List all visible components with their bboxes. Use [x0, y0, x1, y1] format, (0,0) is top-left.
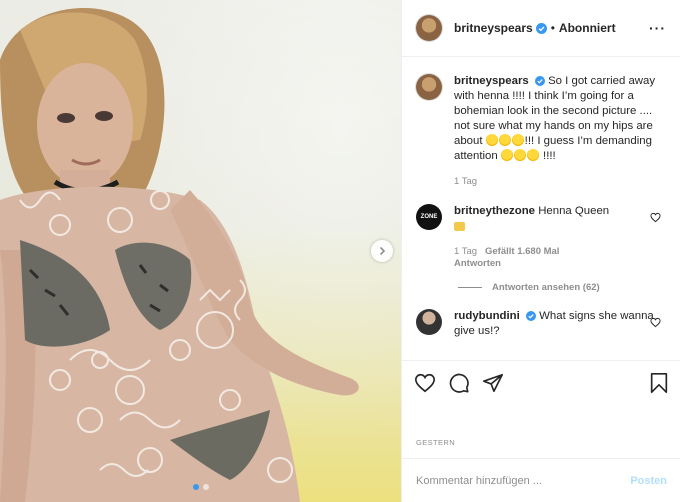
crown-emoji-icon [454, 222, 465, 231]
verified-badge-icon [525, 310, 536, 321]
caption-body: britneyspears So I got carried away with… [454, 74, 660, 188]
like-comment-heart-icon[interactable] [650, 317, 661, 328]
share-icon[interactable] [482, 372, 504, 394]
comment-reply-button[interactable]: Antworten [454, 258, 501, 269]
comment-icon[interactable] [448, 372, 470, 394]
follow-status-button[interactable]: Abonniert [559, 21, 616, 35]
view-replies-label: Antworten ansehen (62) [492, 282, 600, 293]
carousel-dot [202, 484, 209, 490]
post-photo-figure [0, 7, 359, 502]
add-comment-bar: Posten [402, 458, 680, 502]
smiling-emoji-icon [500, 149, 513, 161]
author-username[interactable]: britneyspears [454, 21, 533, 35]
carousel-indicator [192, 484, 209, 490]
comment-meta: 1 Tag Gefällt 1.680 Mal Antworten [454, 246, 660, 270]
commenter-avatar[interactable] [416, 309, 442, 335]
comment-username[interactable]: rudybundini [454, 310, 520, 322]
dancer-emoji-icon [511, 134, 524, 146]
comment-item: rudybundini What signs she wanna give us… [416, 309, 667, 339]
caption-username[interactable]: britneyspears [454, 75, 529, 87]
comments-list[interactable]: britneyspears So I got carried away with… [402, 58, 680, 360]
caption-age[interactable]: 1 Tag [454, 176, 660, 188]
verified-badge-icon [534, 75, 545, 86]
commenter-avatar[interactable]: ZONE [416, 204, 442, 230]
comment-likes[interactable]: Gefällt 1.680 Mal [485, 246, 559, 257]
bookmark-icon[interactable] [649, 372, 669, 394]
comment-username[interactable]: britneythezone [454, 205, 535, 217]
instagram-post: britneyspears • Abonniert ··· britneyspe… [0, 0, 680, 502]
separator-dot: • [550, 21, 555, 35]
smiling-emoji-icon [526, 149, 539, 161]
post-comment-button[interactable]: Posten [630, 475, 667, 487]
post-actions-bar [402, 360, 680, 404]
author-avatar[interactable] [416, 15, 442, 41]
comment-age[interactable]: 1 Tag [454, 246, 477, 257]
comment-item: ZONE britneythezone Henna Queen 1 Tag Ge… [416, 204, 667, 270]
grinning-sweat-emoji-icon [485, 134, 498, 146]
post-photo[interactable] [0, 0, 401, 502]
comment-text: Henna Queen [538, 205, 610, 217]
post-date[interactable]: GESTERN [416, 438, 455, 447]
verified-badge-icon [535, 22, 547, 34]
chevron-right-icon [379, 246, 386, 256]
comment-input[interactable] [416, 474, 631, 487]
carousel-dot-active [192, 484, 199, 490]
caption-text-part3: !!!! [539, 150, 556, 162]
caption: britneyspears So I got carried away with… [416, 74, 667, 188]
like-comment-heart-icon[interactable] [650, 212, 661, 223]
view-replies-button[interactable]: Antworten ansehen (62) [458, 282, 667, 293]
carousel-next-button[interactable] [371, 240, 393, 262]
replies-divider-line [458, 287, 482, 288]
smiling-emoji-icon [513, 149, 526, 161]
heart-icon[interactable] [414, 372, 436, 394]
post-details-panel: britneyspears • Abonniert ··· britneyspe… [401, 0, 680, 502]
comment-body: britneythezone Henna Queen 1 Tag Gefällt… [454, 204, 660, 270]
caption-avatar[interactable] [416, 74, 442, 100]
comment-body: rudybundini What signs she wanna give us… [454, 309, 660, 339]
tongue-out-emoji-icon [498, 134, 511, 146]
ellipsis-icon[interactable]: ··· [649, 21, 666, 35]
post-header: britneyspears • Abonniert ··· [402, 0, 680, 57]
